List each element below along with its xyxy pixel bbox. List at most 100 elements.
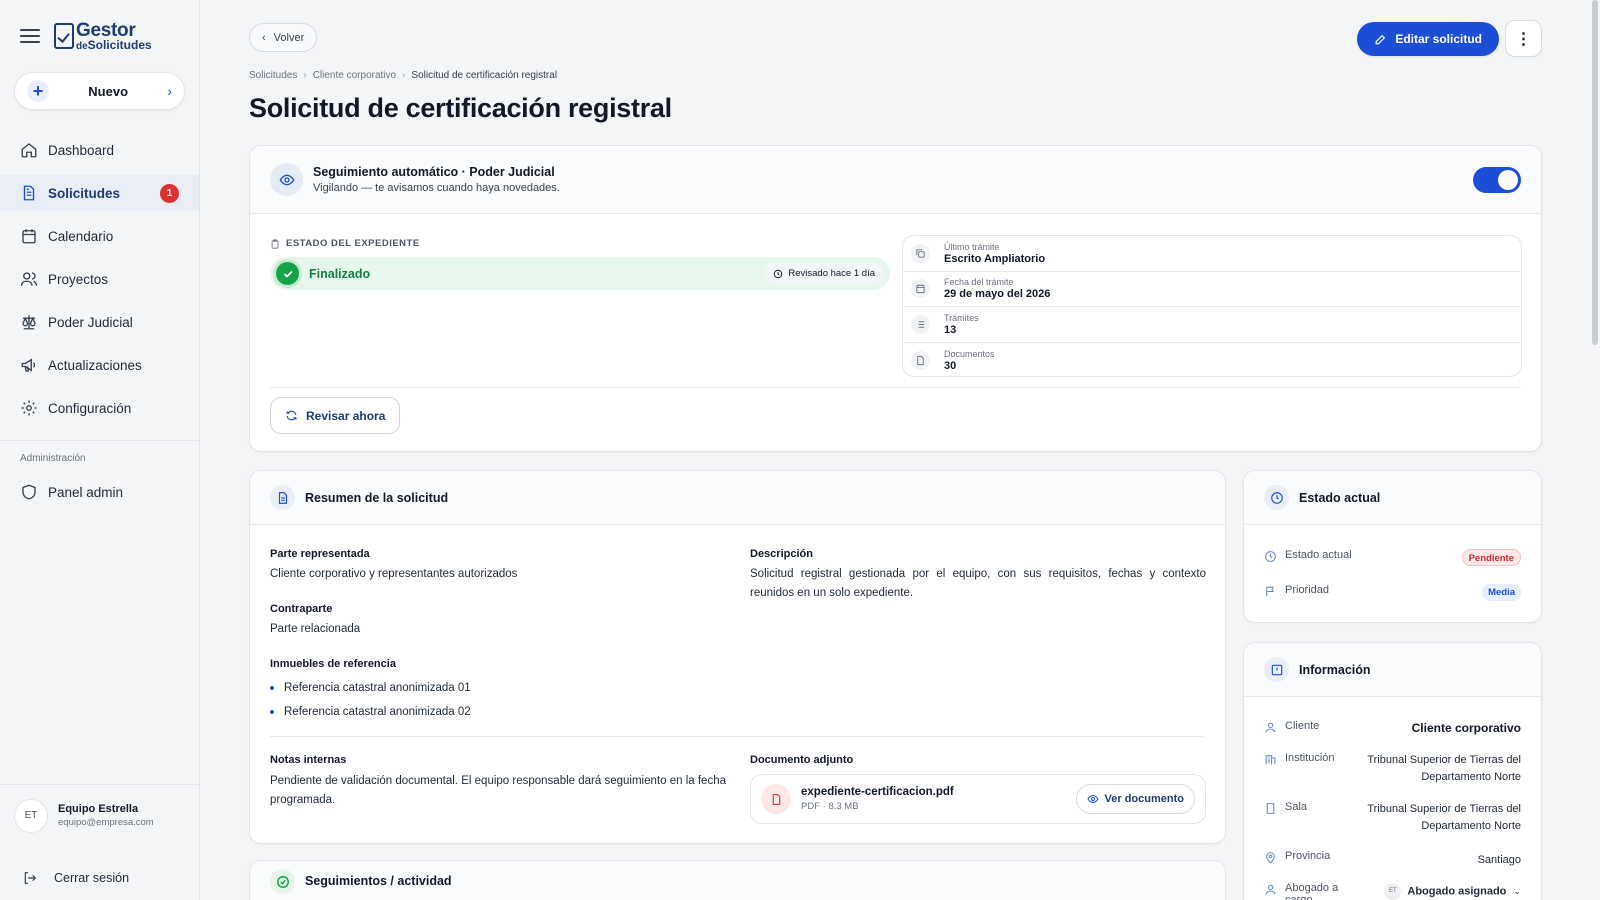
notification-badge: 1 <box>160 184 179 203</box>
logout-icon <box>24 872 37 884</box>
tracking-subtitle: Vigilando — te avisamos cuando haya nove… <box>313 182 560 194</box>
pencil-icon <box>1375 34 1386 44</box>
user-name: Equipo Estrella <box>58 803 139 815</box>
revisado-text: Revisado hace 1 día <box>788 268 875 279</box>
tracking-header: Seguimiento automático · Poder Judicial … <box>250 146 1541 214</box>
logo-line2-prefix: de <box>76 40 88 52</box>
check-icon <box>276 262 299 285</box>
page-title: Solicitud de certificación registral <box>249 93 672 123</box>
tracking-divider <box>270 387 1521 388</box>
estado-row: Estado actual Pendiente <box>1264 549 1521 567</box>
breadcrumb-separator: › <box>402 70 406 81</box>
clipboard-icon <box>271 238 279 249</box>
abogado-row: Abogado a cargo ET Abogado asignado ⌄ <box>1264 882 1521 900</box>
avatar: ET <box>14 798 48 833</box>
provincia-value: Santiago <box>1477 854 1521 866</box>
document-attachment: expediente-certificacion.pdf PDF · 8.3 M… <box>750 774 1206 824</box>
tracking-toggle[interactable] <box>1473 167 1521 193</box>
provincia-row: Provincia Santiago <box>1264 850 1521 869</box>
revisar-ahora-button[interactable]: Revisar ahora <box>270 397 401 434</box>
breadcrumb-current: Solicitud de certificación registral <box>411 70 558 81</box>
logout-button[interactable]: Cerrar sesión <box>22 870 129 886</box>
document-icon <box>270 485 295 510</box>
stat-value: Escrito Ampliatorio <box>944 252 1046 265</box>
summary-divider <box>270 736 1205 737</box>
menu-icon[interactable] <box>20 26 40 46</box>
tracking-title: Seguimiento automático · Poder Judicial <box>313 165 555 179</box>
sidebar-item-label: Poder Judicial <box>48 314 133 330</box>
sidebar-item-label: Proyectos <box>48 271 109 287</box>
estado-value: Finalizado <box>309 266 371 281</box>
sidebar-item-panel-admin[interactable]: Panel admin <box>0 474 199 510</box>
abogado-select[interactable]: ET Abogado asignado ⌄ <box>1364 883 1521 900</box>
calendar-icon <box>20 227 38 245</box>
sidebar-item-label: Dashboard <box>48 142 115 158</box>
stat-label: Último trámite <box>944 241 1000 252</box>
logo-line2: Solicitudes <box>87 37 152 52</box>
new-button-label: Nuevo <box>88 83 129 99</box>
stat-row: Documentos 30 <box>903 343 1521 377</box>
notas-label: Notas internas <box>270 754 347 766</box>
sidebar-item-dashboard[interactable]: Dashboard <box>0 132 199 168</box>
breadcrumb-separator: › <box>303 70 307 81</box>
megaphone-icon <box>20 356 38 374</box>
file-icon <box>911 350 930 370</box>
sidebar-item-solicitudes[interactable]: Solicitudes 1 <box>0 175 199 211</box>
cliente-value: Cliente corporativo <box>1411 721 1521 735</box>
eye-icon <box>270 163 303 196</box>
notas-value: Pendiente de validación documental. El e… <box>270 775 726 806</box>
contraparte-label: Contraparte <box>270 603 333 615</box>
clock-icon <box>774 269 783 278</box>
document-icon <box>20 184 38 202</box>
stat-label: Fecha del trámite <box>944 277 1014 288</box>
user-profile[interactable]: ET Equipo Estrella equipo@empresa.com <box>0 784 199 846</box>
page-scrollbar[interactable] <box>1592 0 1598 345</box>
stats-box: Último trámite Escrito Ampliatorio Fecha … <box>902 235 1522 377</box>
contraparte-value: Parte relacionada <box>270 623 361 635</box>
cliente-label: Cliente <box>1285 720 1320 732</box>
new-button[interactable]: + Nuevo › <box>14 72 185 110</box>
estado-card-title: Estado actual <box>1299 490 1381 505</box>
sidebar-item-poder-judicial[interactable]: Poder Judicial <box>0 304 199 340</box>
users-icon <box>20 270 38 288</box>
clock-icon <box>1264 485 1289 510</box>
descripcion-value: Solicitud registral gestionada por el eq… <box>750 568 1206 599</box>
check-circle-icon <box>270 869 295 894</box>
activity-header: Seguimientos / actividad <box>250 861 1225 900</box>
breadcrumb: Solicitudes › Cliente corporativo › Soli… <box>249 70 557 81</box>
more-options-button[interactable]: ⋮ <box>1505 20 1542 57</box>
parte-value: Cliente corporativo y representantes aut… <box>270 568 518 580</box>
activity-card: Seguimientos / actividad <box>249 860 1226 900</box>
revisar-label: Revisar ahora <box>306 408 386 423</box>
activity-title: Seguimientos / actividad <box>305 874 452 888</box>
breadcrumb-item[interactable]: Solicitudes <box>249 70 297 81</box>
list-item: Referencia catastral anonimizada 01 <box>270 676 471 700</box>
user-icon <box>1265 722 1276 733</box>
status-badge: Pendiente <box>1461 549 1521 566</box>
sidebar-item-actualizaciones[interactable]: Actualizaciones <box>0 347 199 383</box>
documento-label: Documento adjunto <box>750 754 854 766</box>
stat-row: Último trámite Escrito Ampliatorio <box>903 236 1521 272</box>
document-meta: PDF · 8.3 MB <box>801 801 859 812</box>
app-logo[interactable]: Gestor deSolicitudes <box>54 21 152 52</box>
sala-label: Sala <box>1285 801 1308 813</box>
institucion-value: Tribunal Superior de Tierras del Departa… <box>1367 754 1521 783</box>
breadcrumb-item[interactable]: Cliente corporativo <box>313 70 396 81</box>
pdf-file-icon <box>761 784 791 814</box>
stat-label: Trámites <box>944 312 979 323</box>
sidebar-item-calendario[interactable]: Calendario <box>0 218 199 254</box>
stat-label: Documentos <box>944 348 995 359</box>
edit-button[interactable]: Editar solicitud <box>1357 22 1499 56</box>
stat-value: 30 <box>944 359 957 372</box>
back-button[interactable]: ‹ Volver <box>249 23 318 52</box>
sidebar-item-label: Panel admin <box>48 484 124 500</box>
copy-icon <box>911 243 930 263</box>
sidebar-divider <box>0 440 199 441</box>
shield-icon <box>20 483 38 501</box>
ver-documento-button[interactable]: Ver documento <box>1075 784 1195 814</box>
room-icon <box>1266 803 1275 814</box>
abogado-label: Abogado a cargo <box>1285 882 1339 900</box>
sidebar-item-configuracion[interactable]: Configuración <box>0 390 199 426</box>
user-email: equipo@empresa.com <box>58 817 154 828</box>
sidebar-item-proyectos[interactable]: Proyectos <box>0 261 199 297</box>
